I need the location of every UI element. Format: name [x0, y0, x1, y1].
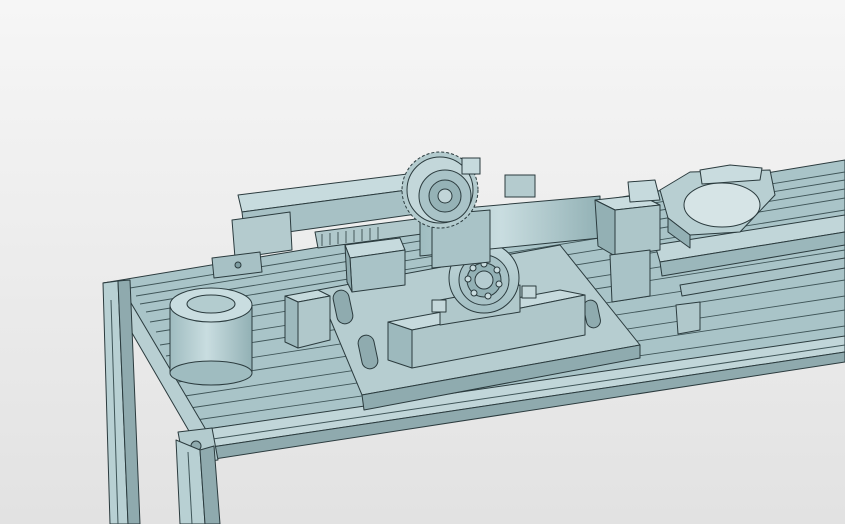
- cad-viewport[interactable]: [0, 0, 845, 524]
- cad-assembly-render: [102, 151, 845, 524]
- square-block-left: [284, 289, 331, 349]
- cylinder-block: [169, 287, 253, 386]
